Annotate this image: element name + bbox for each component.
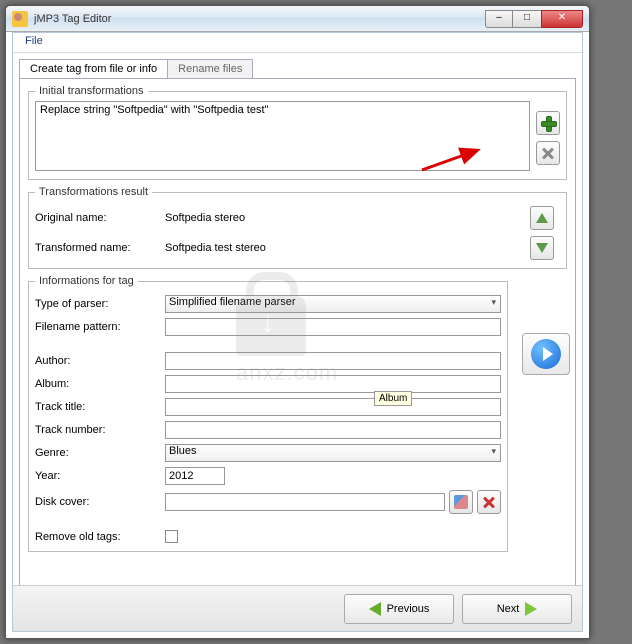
- transformed-name-value: Softpedia test stereo: [165, 242, 530, 254]
- transformations-result-group: Transformations result Original name: So…: [28, 186, 567, 269]
- initial-transformations-group: Initial transformations Replace string "…: [28, 85, 567, 180]
- edit-cover-button[interactable]: [449, 490, 473, 514]
- titlebar: jMP3 Tag Editor – □ ✕: [6, 6, 589, 32]
- add-transformation-button[interactable]: [536, 111, 560, 135]
- arrow-down-icon: [536, 243, 548, 253]
- remove-old-tags-checkbox[interactable]: [165, 530, 178, 543]
- author-label: Author:: [35, 355, 165, 367]
- transformations-list[interactable]: Replace string "Softpedia" with "Softped…: [35, 101, 530, 171]
- arrow-right-icon: [525, 602, 537, 616]
- client-area: File Create tag from file or info Rename…: [12, 32, 583, 632]
- remove-transformation-button[interactable]: [536, 141, 560, 165]
- previous-button[interactable]: Previous: [344, 594, 454, 624]
- tab-strip: Create tag from file or info Rename file…: [19, 59, 576, 78]
- minimize-button[interactable]: –: [485, 10, 513, 28]
- disk-cover-label: Disk cover:: [35, 496, 165, 508]
- window-title: jMP3 Tag Editor: [34, 13, 485, 25]
- album-label: Album:: [35, 378, 165, 390]
- transformed-name-label: Transformed name:: [35, 242, 165, 254]
- disk-cover-input[interactable]: [165, 493, 445, 511]
- pattern-label: Filename pattern:: [35, 321, 165, 333]
- pattern-input[interactable]: [165, 318, 501, 336]
- move-down-button[interactable]: [530, 236, 554, 260]
- tab-create-tag[interactable]: Create tag from file or info: [19, 59, 168, 78]
- next-button[interactable]: Next: [462, 594, 572, 624]
- transformation-item[interactable]: Replace string "Softpedia" with "Softped…: [40, 104, 525, 116]
- plus-icon: [541, 116, 555, 130]
- original-name-value: Softpedia stereo: [165, 212, 530, 224]
- year-input[interactable]: [165, 467, 225, 485]
- album-input[interactable]: [165, 375, 501, 393]
- transformations-result-legend: Transformations result: [35, 186, 152, 198]
- window-controls: – □ ✕: [485, 10, 583, 28]
- app-icon: [12, 11, 28, 27]
- parser-select[interactable]: Simplified filename parser: [165, 295, 501, 313]
- play-button[interactable]: [522, 333, 570, 375]
- app-window: jMP3 Tag Editor – □ ✕ File Create tag fr…: [5, 5, 590, 639]
- move-up-button[interactable]: [530, 206, 554, 230]
- footer: Previous Next: [13, 585, 582, 631]
- author-input[interactable]: [165, 352, 501, 370]
- menu-file[interactable]: File: [19, 33, 49, 49]
- track-number-input[interactable]: [165, 421, 501, 439]
- arrow-up-icon: [536, 213, 548, 223]
- pencil-icon: [454, 495, 468, 509]
- x-icon: [542, 147, 554, 159]
- original-name-label: Original name:: [35, 212, 165, 224]
- maximize-button[interactable]: □: [513, 10, 541, 28]
- informations-for-tag-group: Informations for tag Type of parser: Sim…: [28, 275, 508, 552]
- menubar: File: [13, 33, 582, 53]
- genre-select[interactable]: Blues: [165, 444, 501, 462]
- x-icon: [483, 496, 495, 508]
- previous-label: Previous: [387, 603, 430, 615]
- close-button[interactable]: ✕: [541, 10, 583, 28]
- genre-label: Genre:: [35, 447, 165, 459]
- arrow-left-icon: [369, 602, 381, 616]
- next-label: Next: [497, 603, 520, 615]
- initial-transformations-legend: Initial transformations: [35, 85, 148, 97]
- track-number-label: Track number:: [35, 424, 165, 436]
- remove-old-tags-label: Remove old tags:: [35, 531, 165, 543]
- clear-cover-button[interactable]: [477, 490, 501, 514]
- parser-label: Type of parser:: [35, 298, 165, 310]
- tab-rename-files[interactable]: Rename files: [167, 59, 253, 78]
- informations-legend: Informations for tag: [35, 275, 138, 287]
- tab-panel: Initial transformations Replace string "…: [19, 78, 576, 598]
- track-title-input[interactable]: [165, 398, 501, 416]
- play-icon: [531, 339, 561, 369]
- year-label: Year:: [35, 470, 165, 482]
- track-title-label: Track title:: [35, 401, 165, 413]
